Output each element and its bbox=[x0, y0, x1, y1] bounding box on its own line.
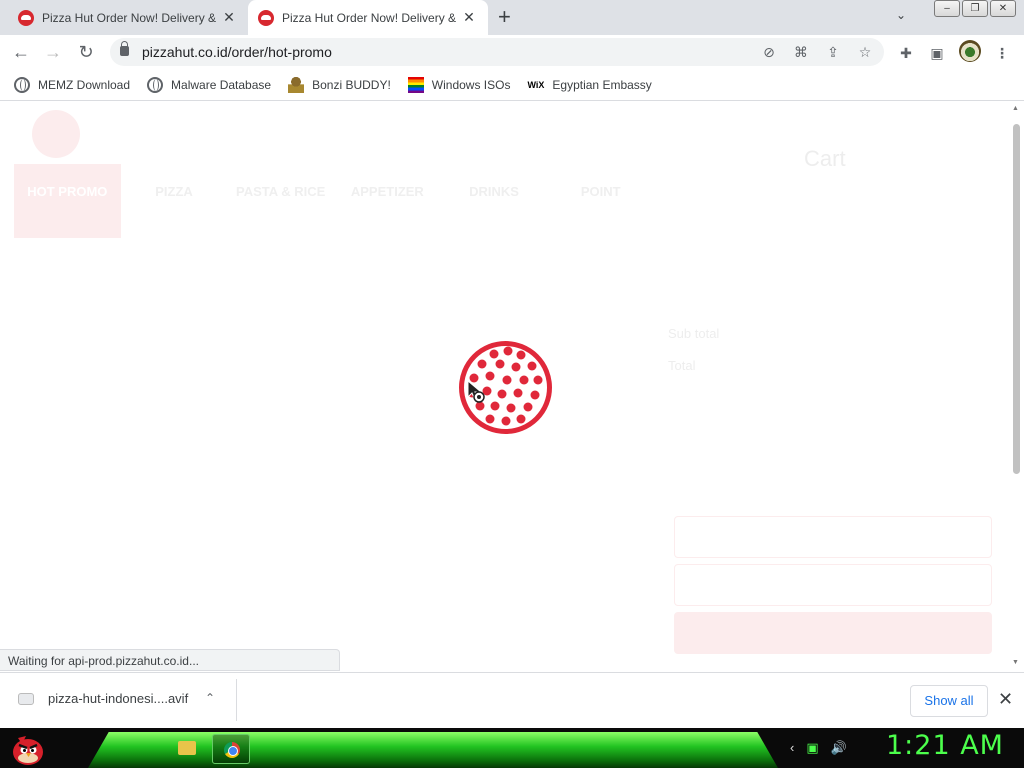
system-tray: ‹ ▣ 🔊 bbox=[790, 740, 847, 756]
bookmark-bonzi-buddy[interactable]: Bonzi BUDDY! bbox=[288, 76, 391, 93]
translate-icon[interactable]: ⌘ bbox=[792, 43, 810, 61]
window-controls: – ❐ ✕ bbox=[934, 0, 1016, 17]
bookmark-star-icon[interactable]: ☆ bbox=[856, 43, 874, 61]
tab-pizza-hut-2[interactable]: Pizza Hut Order Now! Delivery & ✕ bbox=[248, 0, 488, 35]
bookmark-malware-database[interactable]: Malware Database bbox=[147, 76, 272, 93]
maximize-button[interactable]: ❐ bbox=[962, 0, 988, 17]
tray-show-hidden-icon[interactable]: ‹ bbox=[790, 740, 794, 756]
pizza-hut-favicon-icon bbox=[18, 9, 34, 26]
globe-icon bbox=[147, 76, 164, 93]
chrome-icon bbox=[224, 742, 240, 758]
subtotal-row: Sub total bbox=[668, 326, 988, 341]
chrome-menu-icon[interactable]: ⋮ bbox=[992, 43, 1012, 63]
bookmark-label: Malware Database bbox=[171, 77, 272, 92]
file-icon bbox=[18, 692, 34, 705]
tab-search-chevron-icon[interactable]: ⌄ bbox=[896, 8, 906, 22]
category-bar: HOT PROMO PIZZA PASTA & RICE APPETIZER D… bbox=[14, 164, 654, 238]
taskbar-file-explorer[interactable] bbox=[168, 734, 206, 764]
tab-close-icon[interactable]: ✕ bbox=[460, 9, 478, 26]
scroll-up-arrow-icon[interactable]: ▲ bbox=[1012, 105, 1019, 112]
busy-cursor-icon bbox=[467, 380, 485, 403]
pizza-hut-favicon-icon bbox=[258, 9, 274, 26]
share-icon[interactable]: ⇪ bbox=[824, 43, 842, 61]
close-window-button[interactable]: ✕ bbox=[990, 0, 1016, 17]
side-panel-icon[interactable]: ▣ bbox=[927, 43, 947, 63]
cart-action-button[interactable] bbox=[674, 516, 992, 558]
status-bubble: Waiting for api-prod.pizzahut.co.id... bbox=[0, 649, 340, 671]
bookmark-memz-download[interactable]: MEMZ Download bbox=[14, 76, 131, 93]
taskbar-clock[interactable]: 1:21 AM bbox=[886, 730, 1004, 761]
scrollbar-thumb[interactable] bbox=[1013, 124, 1020, 474]
tab-strip: Pizza Hut Order Now! Delivery & ✕ Pizza … bbox=[0, 0, 1024, 35]
download-divider bbox=[236, 679, 237, 721]
back-arrow-icon[interactable]: ← bbox=[10, 41, 32, 63]
download-filename: pizza-hut-indonesi....avif bbox=[48, 691, 189, 706]
bookmark-egyptian-embassy[interactable]: WiX Egyptian Embassy bbox=[527, 77, 651, 93]
cart-title: Cart bbox=[804, 146, 846, 171]
profile-avatar[interactable] bbox=[959, 40, 981, 62]
cart-secondary-button[interactable] bbox=[674, 564, 992, 606]
download-shelf: pizza-hut-indonesi....avif ⌃ Show all ✕ bbox=[0, 672, 1024, 728]
taskbar: ‹ ▣ 🔊 1:21 AM bbox=[0, 728, 1024, 768]
category-point[interactable]: POINT bbox=[547, 164, 654, 238]
bookmark-label: Windows ISOs bbox=[431, 77, 511, 92]
start-button-angry-bird-icon[interactable] bbox=[8, 730, 46, 766]
bookmarks-bar: MEMZ Download Malware Database Bonzi BUD… bbox=[0, 69, 1024, 101]
url-text: pizzahut.co.id/order/hot-promo bbox=[142, 44, 332, 60]
new-tab-button[interactable]: + bbox=[498, 6, 511, 28]
category-appetizer[interactable]: APPETIZER bbox=[334, 164, 441, 238]
bookmark-label: Egyptian Embassy bbox=[552, 77, 652, 92]
download-item[interactable]: pizza-hut-indonesi....avif bbox=[18, 691, 188, 706]
category-drinks[interactable]: DRINKS bbox=[441, 164, 548, 238]
category-pizza[interactable]: PIZZA bbox=[121, 164, 228, 238]
tab-close-icon[interactable]: ✕ bbox=[220, 9, 238, 26]
reload-icon[interactable]: ↻ bbox=[75, 41, 97, 63]
folder-icon bbox=[178, 741, 196, 755]
cart-panel: Cart Sub total Total bbox=[664, 102, 1004, 672]
lock-icon[interactable] bbox=[120, 41, 129, 56]
blocked-content-icon[interactable]: ⊘ bbox=[760, 43, 778, 61]
wix-icon: WiX bbox=[527, 79, 545, 90]
download-options-chevron-icon[interactable]: ⌃ bbox=[205, 691, 215, 705]
browser-toolbar: ← → ↻ pizzahut.co.id/order/hot-promo ⊘ ⌘… bbox=[0, 35, 1024, 69]
network-icon[interactable]: ▣ bbox=[806, 740, 818, 756]
bookmark-label: Bonzi BUDDY! bbox=[312, 77, 391, 92]
rainbow-flag-icon bbox=[407, 76, 424, 93]
tab-pizza-hut-1[interactable]: Pizza Hut Order Now! Delivery & ✕ bbox=[8, 0, 248, 35]
bonzi-icon bbox=[288, 76, 305, 93]
pizza-hut-logo bbox=[32, 110, 80, 158]
subtotal-label: Sub total bbox=[668, 326, 720, 341]
close-download-shelf-icon[interactable]: ✕ bbox=[998, 689, 1013, 710]
category-pasta-rice[interactable]: PASTA & RICE bbox=[227, 164, 334, 238]
bookmark-windows-isos[interactable]: Windows ISOs bbox=[407, 76, 511, 93]
total-label: Total bbox=[668, 358, 696, 373]
extensions-puzzle-icon[interactable]: ✚ bbox=[896, 43, 916, 63]
scroll-down-arrow-icon[interactable]: ▼ bbox=[1012, 659, 1019, 666]
show-all-button[interactable]: Show all bbox=[910, 685, 988, 717]
volume-icon[interactable]: 🔊 bbox=[831, 740, 847, 756]
forward-arrow-icon[interactable]: → bbox=[42, 41, 64, 63]
bookmark-label: MEMZ Download bbox=[38, 77, 131, 92]
globe-icon bbox=[14, 76, 30, 93]
tab-title: Pizza Hut Order Now! Delivery & bbox=[42, 10, 217, 25]
category-hot-promo[interactable]: HOT PROMO bbox=[14, 164, 121, 238]
page-scrollbar[interactable]: ▲ ▼ bbox=[1009, 102, 1024, 672]
minimize-button[interactable]: – bbox=[934, 0, 960, 17]
tab-title: Pizza Hut Order Now! Delivery & bbox=[282, 10, 457, 25]
total-row: Total bbox=[668, 358, 988, 373]
address-bar[interactable]: pizzahut.co.id/order/hot-promo ⊘ ⌘ ⇪ ☆ bbox=[110, 38, 884, 66]
taskbar-chrome[interactable] bbox=[212, 734, 250, 764]
checkout-button[interactable] bbox=[674, 612, 992, 654]
